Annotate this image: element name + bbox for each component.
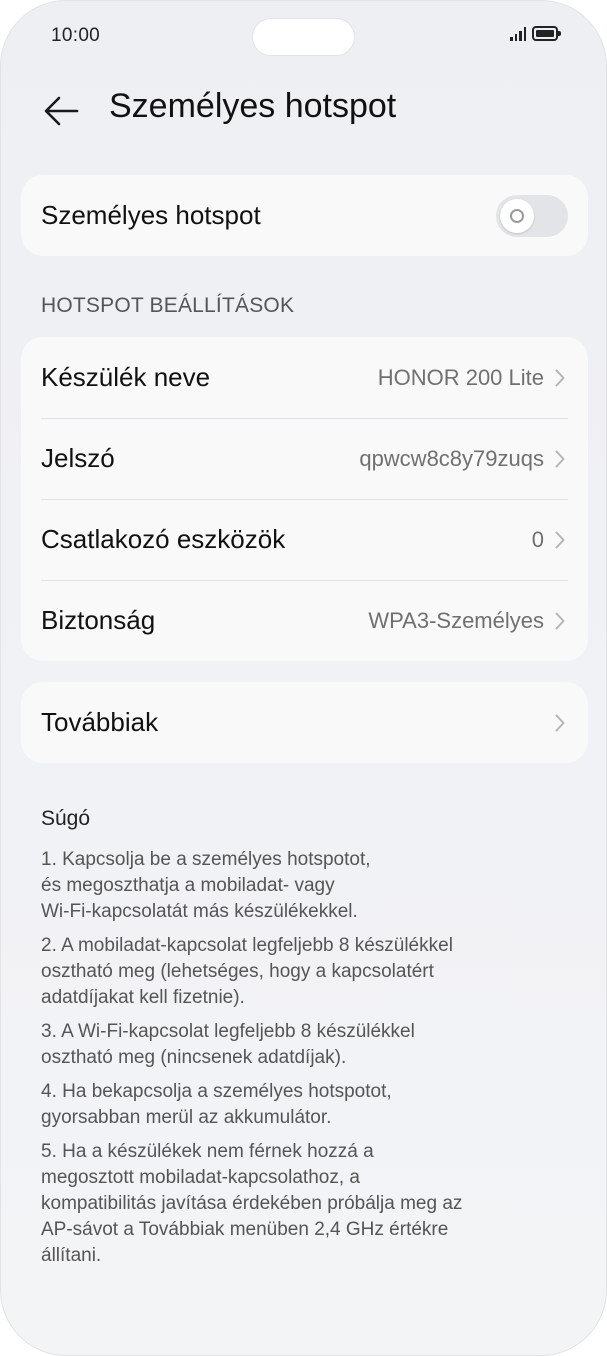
status-icons	[510, 26, 561, 41]
app-header: Személyes hotspot	[1, 81, 606, 141]
row-security[interactable]: Biztonság WPA3-Személyes	[21, 580, 588, 661]
battery-icon	[532, 26, 561, 41]
hotspot-toggle-row[interactable]: Személyes hotspot	[21, 175, 588, 256]
chevron-right-icon	[552, 529, 568, 551]
hotspot-toggle-label: Személyes hotspot	[41, 200, 261, 230]
row-label: Jelszó	[41, 443, 115, 473]
divider	[41, 580, 568, 581]
row-label: Csatlakozó eszközök	[41, 524, 286, 554]
row-value: WPA3-Személyes	[368, 607, 544, 633]
hotspot-toggle-card: Személyes hotspot	[21, 175, 588, 256]
row-label: Továbbiak	[41, 707, 159, 737]
page-title: Személyes hotspot	[109, 87, 397, 125]
hotspot-settings-card: Készülék neve HONOR 200 Lite Jelszó qpwc…	[21, 337, 588, 661]
toggle-knob	[500, 198, 534, 233]
row-label: Biztonság	[41, 605, 156, 635]
row-password[interactable]: Jelszó qpwcw8c8y79zuqs	[21, 418, 588, 499]
phone-screen: 10:00 Személyes hotspot Személyes hotspo…	[0, 0, 607, 1356]
arrow-left-icon	[44, 96, 79, 126]
help-item: 5. Ha a készülékek nem férnek hozzá a me…	[41, 1141, 463, 1266]
help-item: 4. Ha bekapcsolja a személyes hotspotot,…	[41, 1081, 392, 1128]
help-item: 1. Kapcsolja be a személyes hotspotot, é…	[41, 849, 371, 922]
help-section: Súgó 1. Kapcsolja be a személyes hotspot…	[41, 807, 571, 1277]
row-more[interactable]: Továbbiak	[21, 682, 588, 763]
status-time: 10:00	[51, 25, 101, 46]
chevron-right-icon	[552, 610, 568, 632]
chevron-right-icon	[552, 448, 568, 470]
chevron-right-icon	[552, 367, 568, 389]
divider	[41, 418, 568, 419]
status-bar: 10:00	[1, 1, 606, 71]
divider	[41, 499, 568, 500]
signal-icon	[510, 26, 526, 41]
camera-cutout	[252, 18, 355, 56]
help-item: 3. A Wi-Fi-kapcsolat legfeljebb 8 készül…	[41, 1021, 415, 1068]
help-item: 2. A mobiladat-kapcsolat legfeljebb 8 ké…	[41, 935, 453, 1008]
back-button[interactable]	[39, 89, 83, 133]
row-label: Készülék neve	[41, 362, 211, 392]
row-device-name[interactable]: Készülék neve HONOR 200 Lite	[21, 337, 588, 418]
row-value: 0	[531, 526, 544, 552]
row-value: qpwcw8c8y79zuqs	[359, 445, 544, 471]
hotspot-toggle-switch[interactable]	[496, 194, 568, 237]
help-title: Súgó	[41, 807, 91, 830]
row-connected-devices[interactable]: Csatlakozó eszközök 0	[21, 499, 588, 580]
row-value: HONOR 200 Lite	[377, 364, 544, 390]
section-header-hotspot-settings: HOTSPOT BEÁLLÍTÁSOK	[41, 294, 295, 317]
more-card: Továbbiak	[21, 682, 588, 763]
chevron-right-icon	[552, 712, 568, 734]
